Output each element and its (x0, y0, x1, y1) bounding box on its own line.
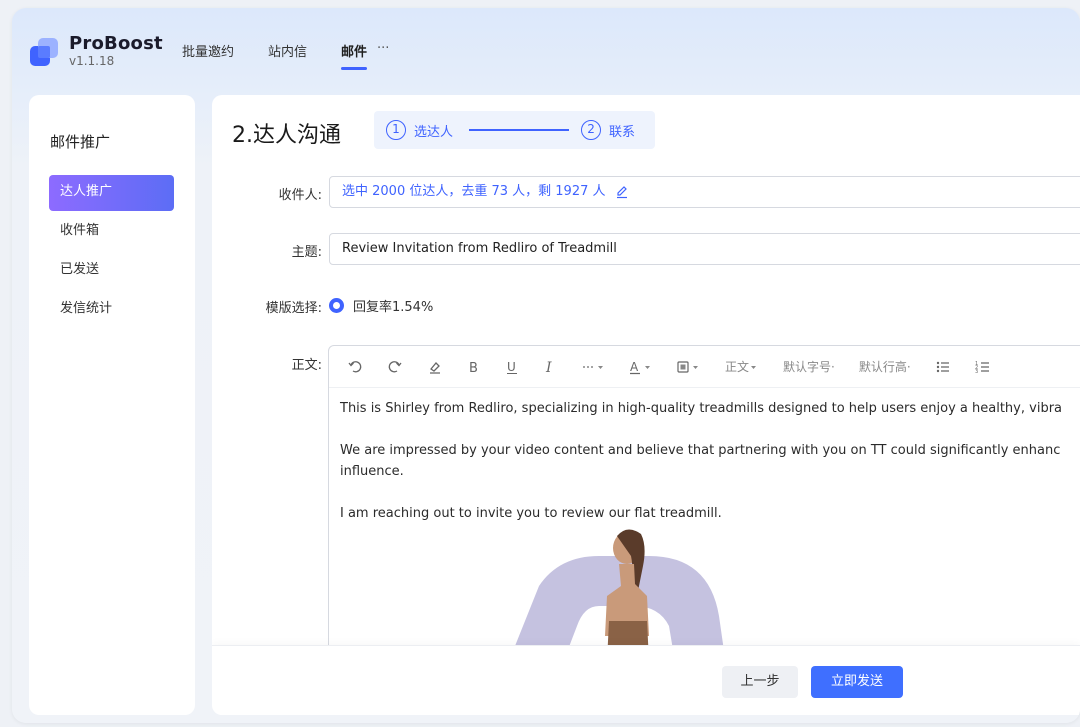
sidebar-item-send-stats[interactable]: 发信统计 (49, 292, 174, 328)
redo-icon[interactable] (387, 359, 403, 375)
bullet-list-icon[interactable] (935, 359, 951, 375)
recipient-field[interactable]: 选中 2000 位达人，去重 73 人，剩 1927 人 (329, 176, 1080, 208)
svg-text:A: A (630, 360, 639, 374)
previous-step-button[interactable]: 上一步 (722, 666, 798, 698)
edit-icon[interactable] (615, 185, 629, 199)
paragraph-format-value: 正文 (725, 360, 750, 374)
background-color-icon[interactable] (677, 359, 701, 375)
step-1-number: 1 (386, 120, 406, 140)
template-radio[interactable] (329, 298, 344, 313)
nav-item-site-message[interactable]: 站内信 (268, 41, 307, 60)
nav-more-icon[interactable]: ··· (377, 41, 389, 60)
paragraph-format-select[interactable]: 正文 (725, 358, 759, 375)
sidebar: 邮件推广 达人推广 收件箱 已发送 发信统计 (29, 95, 195, 715)
line-height-select[interactable]: 默认行高 · (859, 358, 911, 375)
sidebar-title: 邮件推广 (50, 133, 111, 151)
rich-text-editor[interactable]: B U I A 正文 默认字号 · 默认行高 · 1 2 3 This is S… (328, 345, 1080, 675)
svg-text:U: U (507, 360, 516, 374)
send-now-button[interactable]: 立即发送 (811, 666, 903, 698)
nav-item-batch-invite[interactable]: 批量邀约 (182, 41, 234, 60)
template-option[interactable]: 回复率1.54% (329, 296, 433, 315)
underline-icon[interactable]: U (505, 359, 519, 375)
bold-icon[interactable]: B (467, 359, 481, 375)
stepper: 1 选达人 2 联系 (374, 111, 655, 149)
recipient-summary: 选中 2000 位达人，去重 73 人，剩 1927 人 (342, 184, 606, 199)
svg-text:B: B (469, 361, 478, 375)
body-label: 正文: (291, 358, 322, 373)
main-panel: 2.达人沟通 1 选达人 2 联系 收件人: 选中 2000 位达人，去重 73… (212, 95, 1080, 715)
app-version: v1.1.18 (69, 54, 115, 68)
recipient-label: 收件人: (278, 188, 322, 203)
body-paragraph-3: I am reaching out to invite you to revie… (340, 506, 722, 521)
sidebar-menu: 达人推广 收件箱 已发送 发信统计 (49, 175, 174, 331)
step-1-label[interactable]: 选达人 (414, 121, 453, 140)
step-2-label[interactable]: 联系 (609, 121, 635, 140)
font-size-value: 默认字号 (783, 360, 832, 374)
numbered-list-icon[interactable]: 123 (975, 359, 991, 375)
subject-input[interactable]: Review Invitation from Redliro of Treadm… (329, 233, 1080, 265)
subject-label: 主题: (291, 245, 322, 260)
svg-text:I: I (545, 360, 552, 375)
more-format-icon[interactable] (581, 359, 605, 375)
font-color-icon[interactable]: A (629, 359, 653, 375)
body-paragraph-1: This is Shirley from Redliro, specializi… (340, 401, 1063, 416)
line-height-dot-icon: · (906, 359, 911, 374)
step-connector (469, 129, 570, 131)
top-nav: 批量邀约 站内信 邮件 ··· (182, 41, 389, 70)
sidebar-item-influencer-promo[interactable]: 达人推广 (49, 175, 174, 211)
step-2-number: 2 (581, 120, 602, 140)
svg-text:3: 3 (975, 369, 978, 375)
sidebar-item-inbox[interactable]: 收件箱 (49, 214, 174, 250)
nav-item-email[interactable]: 邮件 (341, 41, 368, 70)
app-window: ProBoost v1.1.18 批量邀约 站内信 邮件 ··· 邮件推广 达人… (12, 8, 1080, 723)
line-height-value: 默认行高 (858, 360, 907, 374)
template-label: 模版选择: (265, 301, 322, 316)
proboost-logo-icon (30, 38, 58, 66)
font-size-select[interactable]: 默认字号 · (783, 358, 835, 375)
body-paragraph-2-line-2: influence. (340, 464, 404, 479)
app-name: ProBoost (69, 33, 163, 54)
body-paragraph-2-line-1: We are impressed by your video content a… (340, 443, 1061, 458)
undo-icon[interactable] (347, 359, 363, 375)
font-size-dot-icon: · (831, 359, 835, 374)
sidebar-item-sent[interactable]: 已发送 (49, 253, 174, 289)
italic-icon[interactable]: I (543, 359, 557, 375)
template-option-label: 回复率1.54% (353, 300, 434, 315)
action-footer: 上一步 立即发送 (212, 645, 1080, 715)
eraser-icon[interactable] (427, 359, 443, 375)
editor-toolbar: B U I A 正文 默认字号 · 默认行高 · 1 2 3 (329, 346, 1080, 388)
page-title: 2.达人沟通 (232, 123, 341, 148)
top-bar: ProBoost v1.1.18 批量邀约 站内信 邮件 ··· (12, 8, 1080, 94)
